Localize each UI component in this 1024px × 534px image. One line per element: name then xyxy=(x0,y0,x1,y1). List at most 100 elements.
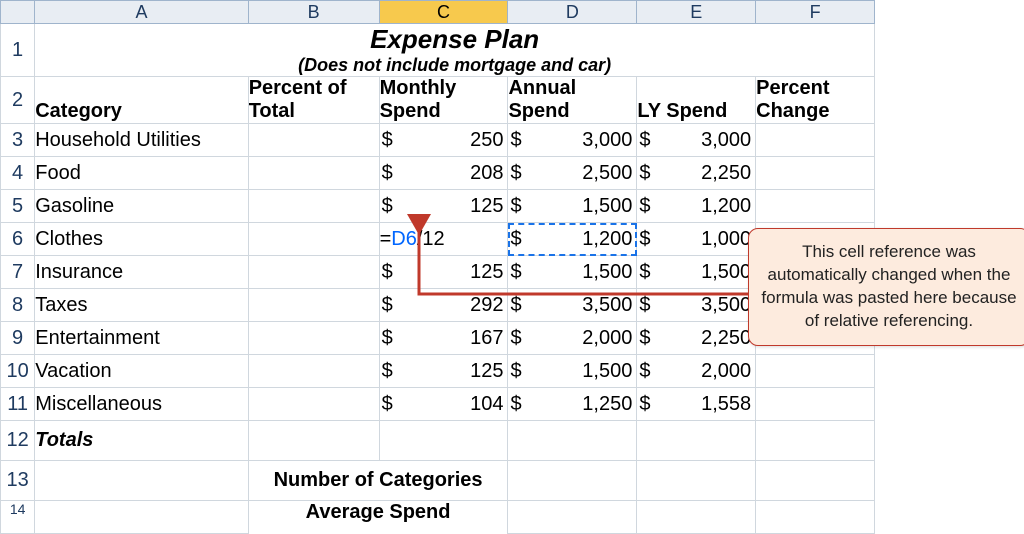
cell-A13[interactable] xyxy=(35,461,248,501)
cell-C8[interactable]: $292 xyxy=(379,289,508,322)
cell-B11[interactable] xyxy=(248,388,379,421)
cell-A11[interactable]: Miscellaneous xyxy=(35,388,248,421)
row-header-13[interactable]: 13 xyxy=(1,461,35,501)
row-header-9[interactable]: 9 xyxy=(1,322,35,355)
cell-A9[interactable]: Entertainment xyxy=(35,322,248,355)
cell-B7[interactable] xyxy=(248,256,379,289)
row-header-7[interactable]: 7 xyxy=(1,256,35,289)
cell-E9[interactable]: $2,250 xyxy=(637,322,756,355)
cell-E13[interactable] xyxy=(637,461,756,501)
formula-cell-reference: D6 xyxy=(391,228,417,250)
cell-C10[interactable]: $125 xyxy=(379,355,508,388)
cell-C6-active[interactable]: =D6/12 xyxy=(379,223,508,256)
cell-B3[interactable] xyxy=(248,124,379,157)
cell-E10[interactable]: $2,000 xyxy=(637,355,756,388)
cell-E5[interactable]: $1,200 xyxy=(637,190,756,223)
row-header-8[interactable]: 8 xyxy=(1,289,35,322)
header-annual-spend[interactable]: AnnualSpend xyxy=(508,77,637,124)
cell-F11[interactable] xyxy=(756,388,875,421)
cell-F4[interactable] xyxy=(756,157,875,190)
row-header-5[interactable]: 5 xyxy=(1,190,35,223)
col-header-A[interactable]: A xyxy=(35,1,248,24)
cell-A3[interactable]: Household Utilities xyxy=(35,124,248,157)
cell-D6-referenced[interactable]: $1,200 xyxy=(508,223,637,256)
cell-F13[interactable] xyxy=(756,461,875,501)
row-header-2[interactable]: 2 xyxy=(1,77,35,124)
cell-E8[interactable]: $3,500 xyxy=(637,289,756,322)
cell-B5[interactable] xyxy=(248,190,379,223)
cell-F5[interactable] xyxy=(756,190,875,223)
select-all-corner[interactable] xyxy=(1,1,35,24)
cell-D11[interactable]: $1,250 xyxy=(508,388,637,421)
cell-B12[interactable] xyxy=(248,421,379,461)
row-header-10[interactable]: 10 xyxy=(1,355,35,388)
cell-E6[interactable]: $1,000 xyxy=(637,223,756,256)
cell-A10[interactable]: Vacation xyxy=(35,355,248,388)
col-header-C[interactable]: C xyxy=(379,1,508,24)
cell-A4[interactable]: Food xyxy=(35,157,248,190)
cell-C9[interactable]: $167 xyxy=(379,322,508,355)
row-header-1[interactable]: 1 xyxy=(1,24,35,77)
cell-D9[interactable]: $2,000 xyxy=(508,322,637,355)
col-header-D[interactable]: D xyxy=(508,1,637,24)
cell-E14[interactable] xyxy=(637,501,756,534)
cell-D14[interactable] xyxy=(508,501,637,534)
cell-D4[interactable]: $2,500 xyxy=(508,157,637,190)
cell-D3[interactable]: $3,000 xyxy=(508,124,637,157)
cell-D7[interactable]: $1,500 xyxy=(508,256,637,289)
row-header-6[interactable]: 6 xyxy=(1,223,35,256)
header-ly-spend[interactable]: LY Spend xyxy=(637,77,756,124)
cell-B10[interactable] xyxy=(248,355,379,388)
cell-F14[interactable] xyxy=(756,501,875,534)
cell-E12[interactable] xyxy=(637,421,756,461)
row-header-14[interactable]: 14 xyxy=(1,501,35,534)
spreadsheet-grid[interactable]: A B C D E F 1 Expense Plan (Does not inc… xyxy=(0,0,875,534)
cell-E3[interactable]: $3,000 xyxy=(637,124,756,157)
cell-D12[interactable] xyxy=(508,421,637,461)
column-header-row[interactable]: A B C D E F xyxy=(1,1,875,24)
cell-F10[interactable] xyxy=(756,355,875,388)
header-percent-change[interactable]: PercentChange xyxy=(756,77,875,124)
row-header-3[interactable]: 3 xyxy=(1,124,35,157)
cell-D10[interactable]: $1,500 xyxy=(508,355,637,388)
cell-A12-totals[interactable]: Totals xyxy=(35,421,248,461)
row-header-4[interactable]: 4 xyxy=(1,157,35,190)
cell-B9[interactable] xyxy=(248,322,379,355)
cell-B8[interactable] xyxy=(248,289,379,322)
row-header-12[interactable]: 12 xyxy=(1,421,35,461)
cell-E4[interactable]: $2,250 xyxy=(637,157,756,190)
title-main: Expense Plan xyxy=(35,24,874,55)
cell-D13[interactable] xyxy=(508,461,637,501)
cell-D5[interactable]: $1,500 xyxy=(508,190,637,223)
col-header-F[interactable]: F xyxy=(756,1,875,24)
header-monthly-spend[interactable]: MonthlySpend xyxy=(379,77,508,124)
callout-text: This cell reference was automatically ch… xyxy=(761,242,1016,330)
cell-A14[interactable] xyxy=(35,501,248,534)
cell-A8[interactable]: Taxes xyxy=(35,289,248,322)
header-percent-total[interactable]: Percent ofTotal xyxy=(248,77,379,124)
cell-B6[interactable] xyxy=(248,223,379,256)
col-header-B[interactable]: B xyxy=(248,1,379,24)
cell-C11[interactable]: $104 xyxy=(379,388,508,421)
cell-A5[interactable]: Gasoline xyxy=(35,190,248,223)
cell-F12[interactable] xyxy=(756,421,875,461)
cell-E11[interactable]: $1,558 xyxy=(637,388,756,421)
cell-F3[interactable] xyxy=(756,124,875,157)
cell-C4[interactable]: $208 xyxy=(379,157,508,190)
cell-A7[interactable]: Insurance xyxy=(35,256,248,289)
title-sub: (Does not include mortgage and car) xyxy=(35,55,874,76)
col-header-E[interactable]: E xyxy=(637,1,756,24)
cell-C3[interactable]: $250 xyxy=(379,124,508,157)
title-band[interactable]: Expense Plan (Does not include mortgage … xyxy=(35,24,875,77)
header-category[interactable]: Category xyxy=(35,77,248,124)
cell-C7[interactable]: $125 xyxy=(379,256,508,289)
cell-C5[interactable]: $125 xyxy=(379,190,508,223)
cell-A6[interactable]: Clothes xyxy=(35,223,248,256)
cell-C12[interactable] xyxy=(379,421,508,461)
cell-B4[interactable] xyxy=(248,157,379,190)
cell-E7[interactable]: $1,500 xyxy=(637,256,756,289)
cell-BC14-avgspend[interactable]: Average Spend xyxy=(248,501,508,534)
cell-BC13-numcat[interactable]: Number of Categories xyxy=(248,461,508,501)
cell-D8[interactable]: $3,500 xyxy=(508,289,637,322)
row-header-11[interactable]: 11 xyxy=(1,388,35,421)
